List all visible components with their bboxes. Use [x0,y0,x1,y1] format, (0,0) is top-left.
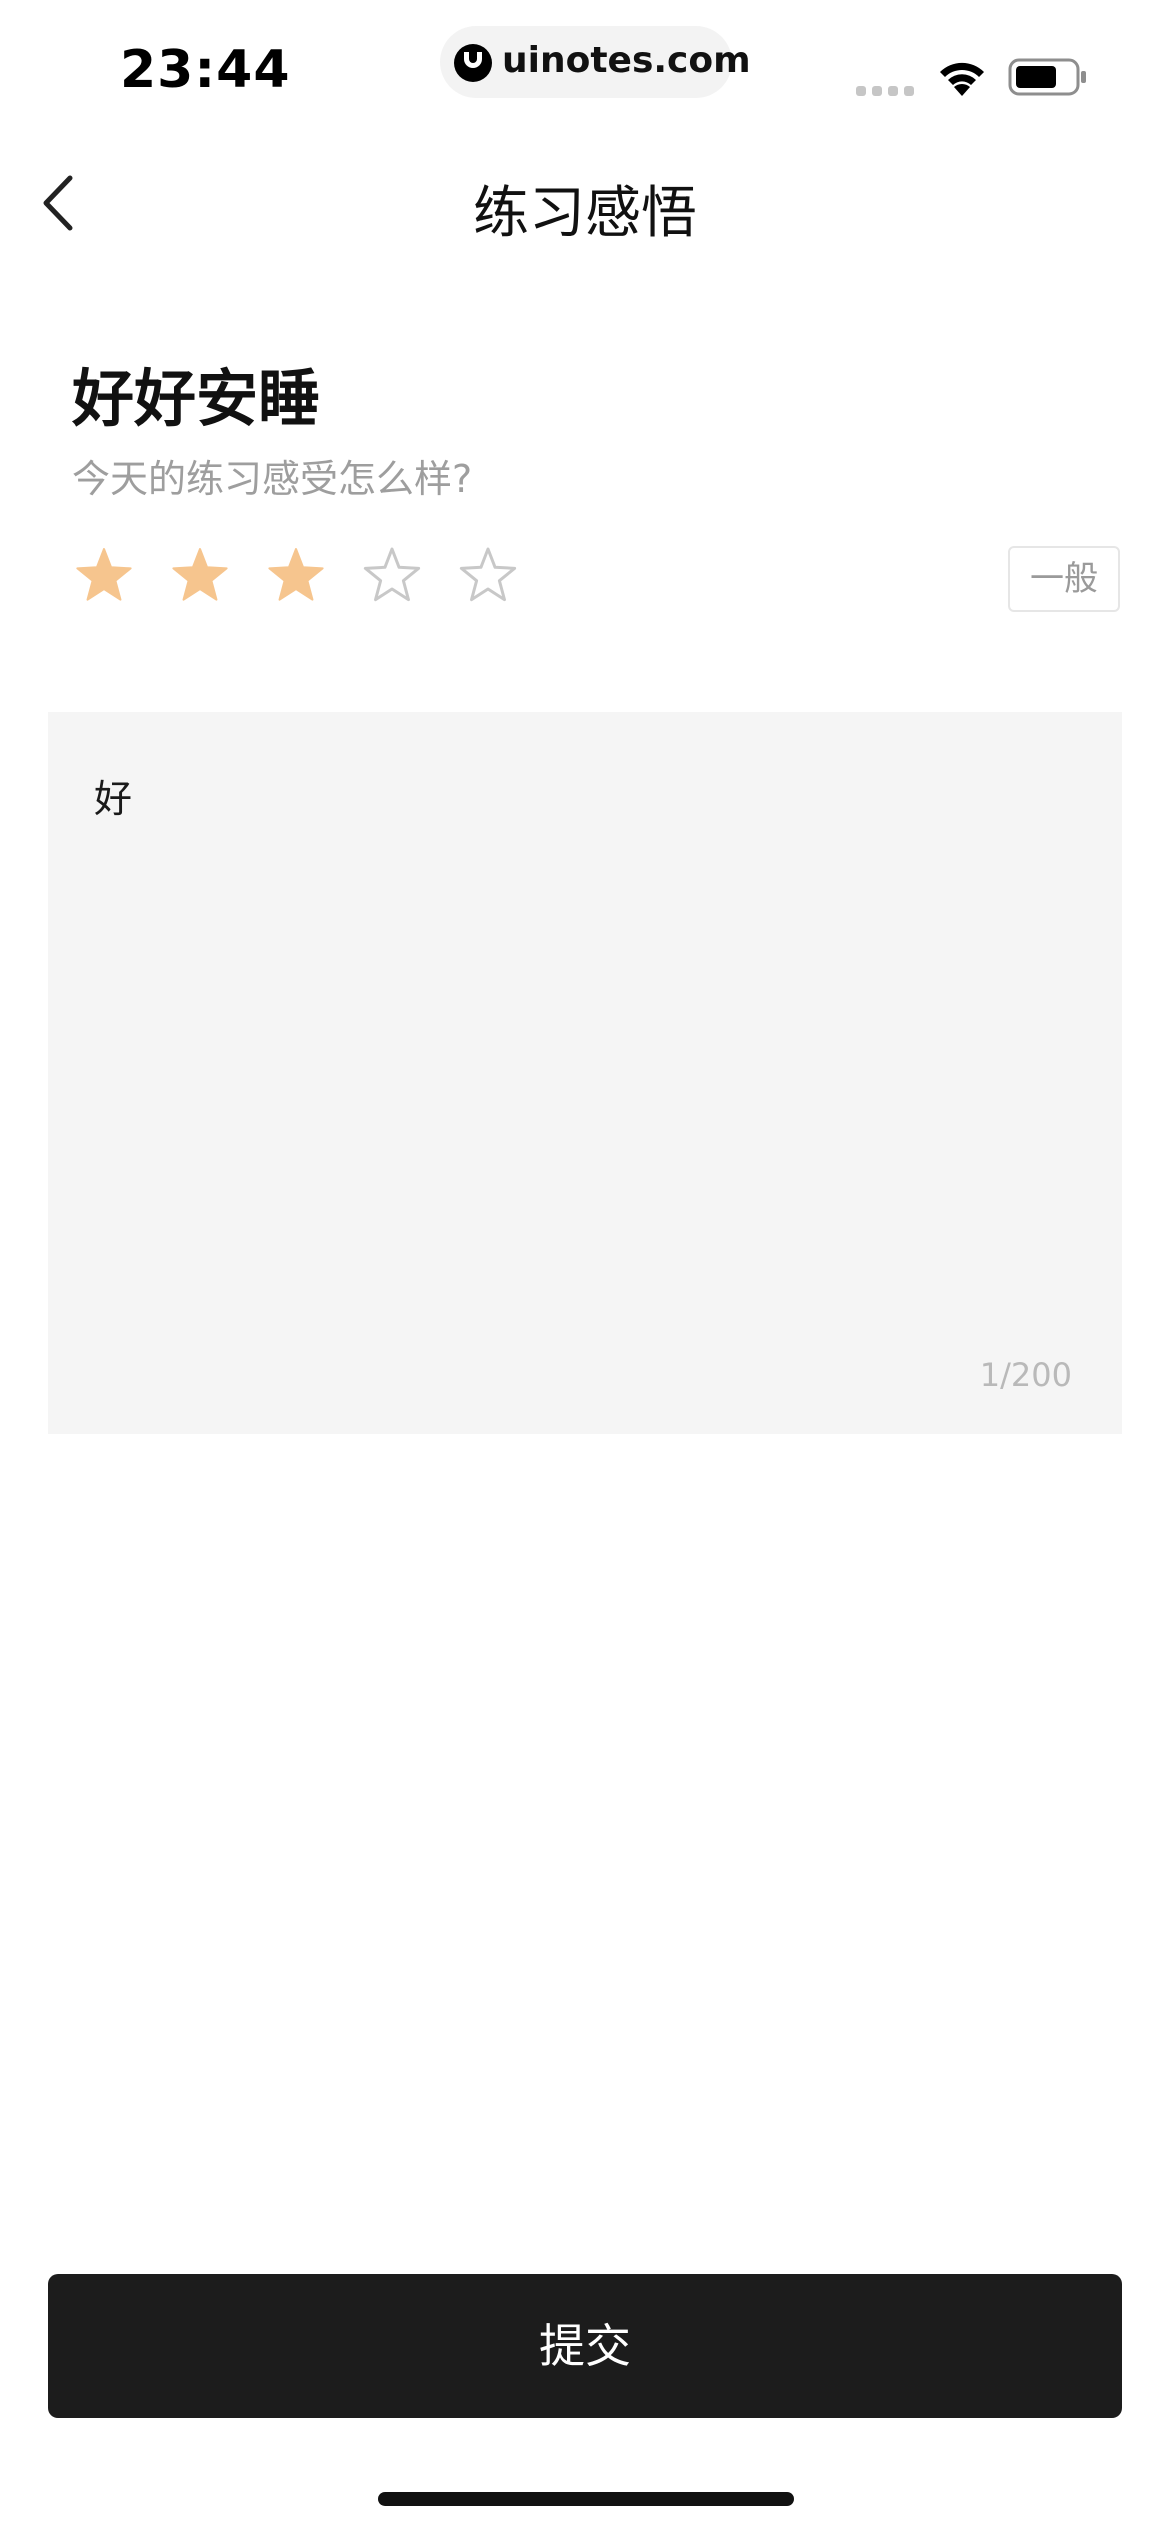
star-filled-icon[interactable] [74,546,134,606]
status-time: 23:44 [120,40,291,100]
reflection-textarea[interactable]: 好 1/200 [48,712,1122,1434]
url-pill[interactable]: uinotes.com [440,26,751,98]
character-counter: 1/200 [979,1356,1072,1394]
home-indicator [378,2492,794,2506]
url-text: uinotes.com [502,40,751,81]
practice-prompt: 今天的练习感受怎么样? [72,457,473,501]
practice-title: 好好安睡 [72,362,321,435]
page-title: 练习感悟 [473,181,697,246]
cellular-signal-icon [856,86,914,96]
status-bar: 23:44 uinotes.com [0,0,1170,140]
site-logo-icon [454,44,492,82]
submit-button[interactable]: 提交 [48,2274,1122,2418]
battery-icon [1008,58,1086,96]
star-filled-icon[interactable] [170,546,230,606]
rating-label-badge: 一般 [1008,546,1120,612]
wifi-icon [940,62,984,96]
star-filled-icon[interactable] [266,546,326,606]
reflection-text-value[interactable]: 好 [94,768,132,823]
star-outline-icon[interactable] [458,546,518,606]
star-rating[interactable] [74,546,518,606]
star-outline-icon[interactable] [362,546,422,606]
